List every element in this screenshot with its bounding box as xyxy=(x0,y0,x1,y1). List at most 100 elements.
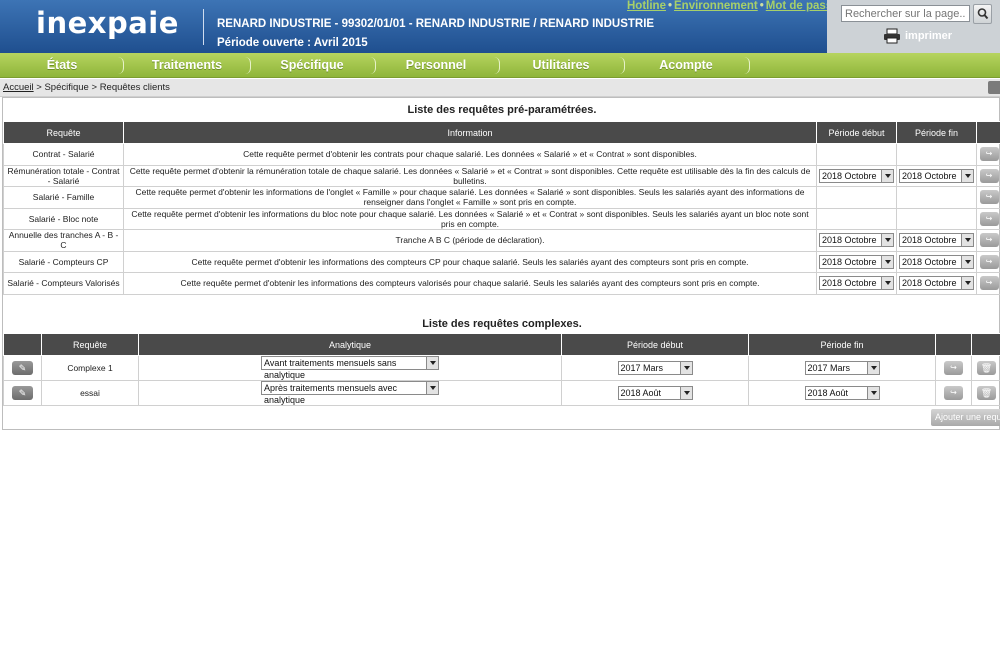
period-select[interactable]: 2018 Octobre xyxy=(899,233,974,248)
period-select[interactable]: 2018 Octobre xyxy=(899,168,974,183)
period-end-select[interactable]: 2018 Août xyxy=(804,386,880,400)
environment-link[interactable]: Environnement xyxy=(674,0,758,12)
period-end-cell xyxy=(896,186,977,209)
request-name: Salarié - Bloc note xyxy=(3,207,124,230)
complex-table: Requête Analytique Période début Période… xyxy=(3,333,1000,406)
chevron-down-icon xyxy=(679,387,692,399)
period-select[interactable]: 2018 Octobre xyxy=(899,276,974,291)
chevron-down-icon xyxy=(426,357,438,369)
company-title: RENARD INDUSTRIE - 99302/01/01 - RENARD … xyxy=(217,18,655,30)
period-start-cell: 2018 Octobre xyxy=(816,229,897,252)
run-request-button[interactable]: ↪ xyxy=(944,361,963,375)
menu-specifique[interactable]: Spécifique xyxy=(257,58,367,72)
menu-etats[interactable]: États xyxy=(22,58,102,72)
menu-personnel[interactable]: Personnel xyxy=(381,58,491,72)
chevron-down-icon xyxy=(426,382,438,394)
chevron-down-icon xyxy=(961,277,973,290)
chevron-down-icon xyxy=(881,169,893,182)
search-button[interactable] xyxy=(973,4,992,24)
run-request-button[interactable]: ↪ xyxy=(979,276,999,291)
period-end-cell: 2018 Octobre xyxy=(896,250,977,273)
top-links: Hotline • Environnement • Mot de passe xyxy=(627,0,839,12)
period-select[interactable]: 2018 Octobre xyxy=(819,233,894,248)
run-request-button[interactable]: ↪ xyxy=(944,386,963,400)
request-info: Cette requête permet d'obtenir les infor… xyxy=(123,186,817,209)
menu-divider xyxy=(370,57,376,74)
period-start-select[interactable]: 2017 Mars xyxy=(617,361,693,375)
menu-divider xyxy=(619,57,625,74)
collapse-button[interactable] xyxy=(988,81,1000,94)
run-request-button[interactable]: ↪ xyxy=(979,190,999,205)
run-request-button[interactable]: ↪ xyxy=(979,254,999,269)
menu-divider xyxy=(118,57,124,74)
period-start-cell xyxy=(816,207,897,230)
request-name: essai xyxy=(41,380,139,406)
period-select[interactable]: 2018 Octobre xyxy=(819,276,894,291)
menu-divider xyxy=(245,57,251,74)
complex-title: Liste des requêtes complexes. xyxy=(422,318,582,330)
period-start-cell xyxy=(816,186,897,209)
table-header-row: Requête Information Période début Périod… xyxy=(3,121,1000,144)
table-header-row: Requête Analytique Période début Période… xyxy=(3,333,1000,356)
table-row: Salarié - Compteurs Valorisés Cette requê… xyxy=(3,272,1000,295)
request-name: Annuelle des tranches A - B - C xyxy=(3,229,124,252)
chevron-down-icon xyxy=(961,255,973,268)
printer-icon[interactable] xyxy=(883,28,901,44)
run-request-button[interactable]: ↪ xyxy=(979,147,999,162)
request-info: Cette requête permet d'obtenir les contr… xyxy=(123,143,817,166)
add-request-button[interactable]: Ajouter une requête xyxy=(931,409,1000,426)
trash-icon: 🗑 xyxy=(980,388,993,398)
run-request-button[interactable]: ↪ xyxy=(979,168,999,183)
chevron-down-icon xyxy=(881,234,893,247)
period-select[interactable]: 2018 Octobre xyxy=(819,168,894,183)
breadcrumb-item: Spécifique xyxy=(44,82,89,93)
request-info: Cette requête permet d'obtenir les infor… xyxy=(123,272,817,295)
period-select[interactable]: 2018 Octobre xyxy=(899,254,974,269)
delete-button[interactable]: 🗑 xyxy=(977,386,996,400)
table-row: Salarié - Compteurs CP Cette requête perm… xyxy=(3,250,1000,273)
chevron-down-icon xyxy=(961,169,973,182)
app-logo[interactable]: inexpaie xyxy=(36,6,179,40)
hotline-link[interactable]: Hotline xyxy=(627,0,666,12)
chevron-down-icon xyxy=(881,277,893,290)
menu-divider xyxy=(744,57,750,74)
pencil-icon: ✎ xyxy=(18,363,27,373)
period-select[interactable]: 2018 Octobre xyxy=(819,254,894,269)
chevron-down-icon xyxy=(866,387,879,399)
request-name: Rémunération totale - Contrat - Salarié xyxy=(3,164,124,187)
request-name: Contrat - Salarié xyxy=(3,143,124,166)
period-start-cell: 2018 Octobre xyxy=(816,272,897,295)
breadcrumb-item: Requêtes clients xyxy=(99,82,170,93)
menu-traitements[interactable]: Traitements xyxy=(132,58,242,72)
period-start-select[interactable]: 2018 Août xyxy=(617,386,693,400)
run-request-button[interactable]: ↪ xyxy=(979,211,999,226)
request-name: Salarié - Famille xyxy=(3,186,124,209)
period-start-cell xyxy=(816,143,897,166)
period-end-select[interactable]: 2017 Mars xyxy=(804,361,880,375)
edit-button[interactable]: ✎ xyxy=(12,386,33,400)
menu-divider xyxy=(494,57,500,74)
search-input[interactable] xyxy=(841,5,970,22)
request-info: Cette requête permet d'obtenir les infor… xyxy=(123,250,817,273)
breadcrumb-home[interactable]: Accueil xyxy=(3,82,34,93)
period-end-cell: 2018 Octobre xyxy=(896,164,977,187)
table-row: ✎ essai Après traitements mensuels avec an… xyxy=(3,380,1000,406)
run-request-button[interactable]: ↪ xyxy=(979,233,999,248)
table-row: Contrat - Salarié Cette requête permet d'… xyxy=(3,143,1000,166)
analytic-select[interactable]: Après traitements mensuels avec analytiq… xyxy=(261,381,439,405)
period-start-cell: 2018 Octobre xyxy=(816,250,897,273)
main-menu: États Traitements Spécifique Personnel U… xyxy=(0,53,1000,78)
print-button[interactable]: imprimer xyxy=(905,30,952,42)
period-start-cell: 2018 Octobre xyxy=(816,164,897,187)
request-info: Tranche A B C (période de déclaration). xyxy=(123,229,817,252)
analytic-select[interactable]: Avant traitements mensuels sans analytiq… xyxy=(261,356,439,380)
menu-utilitaires[interactable]: Utilitaires xyxy=(506,58,616,72)
request-name: Complexe 1 xyxy=(41,355,139,381)
chevron-down-icon xyxy=(881,255,893,268)
edit-button[interactable]: ✎ xyxy=(12,361,33,375)
table-row: Salarié - Bloc note Cette requête permet … xyxy=(3,207,1000,230)
delete-button[interactable]: 🗑 xyxy=(977,361,996,375)
header-separator xyxy=(203,9,204,45)
menu-acompte[interactable]: Acompte xyxy=(631,58,741,72)
preset-title: Liste des requêtes pré-paramétrées. xyxy=(407,104,597,116)
